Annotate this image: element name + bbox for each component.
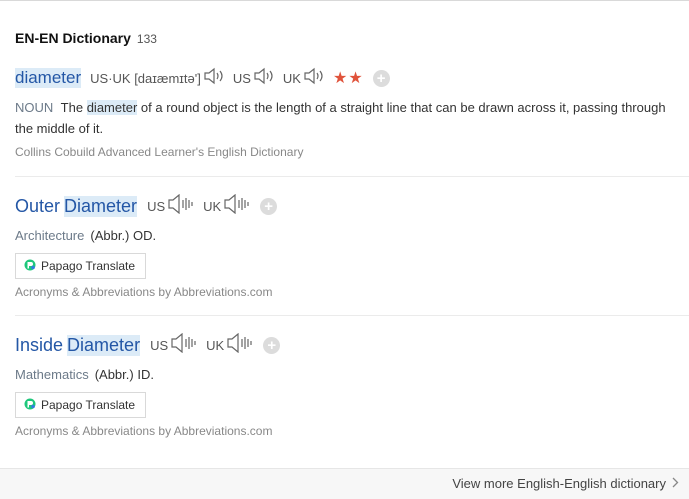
divider xyxy=(15,315,689,316)
speaker-icon[interactable] xyxy=(167,193,195,219)
headword-link[interactable]: diameter xyxy=(15,68,82,88)
speaker-icon[interactable] xyxy=(223,193,251,219)
speaker-icon[interactable] xyxy=(253,67,275,90)
top-border xyxy=(0,0,689,1)
headword-link[interactable]: Inside Diameter xyxy=(15,334,144,356)
papago-icon xyxy=(24,259,36,274)
speaker-icon[interactable] xyxy=(203,67,225,90)
pron-us-label: US xyxy=(150,337,169,353)
definition-text-before: The xyxy=(60,100,84,115)
frequency-stars: ★★ xyxy=(332,70,364,87)
papago-translate-label: Papago Translate xyxy=(41,398,136,412)
meaning-row: Mathematics (Abbr.) ID. xyxy=(15,367,689,382)
add-icon[interactable]: + xyxy=(260,197,278,215)
meaning-text: (Abbr.) ID. xyxy=(94,367,154,382)
category-label: Architecture xyxy=(15,228,85,243)
headword-link[interactable]: Outer Diameter xyxy=(15,195,141,217)
section-header: EN-EN Dictionary 133 xyxy=(15,30,157,46)
definition: NOUN The diameter of a round object is t… xyxy=(15,97,675,139)
divider xyxy=(15,176,689,177)
footer-bar: View more English-English dictionary xyxy=(0,469,689,499)
speaker-icon[interactable] xyxy=(170,332,198,358)
pron-uk-label: UK xyxy=(282,70,301,86)
result-count: 133 xyxy=(136,32,157,46)
meaning-text: (Abbr.) OD. xyxy=(90,228,157,243)
headword-part-2: Diameter xyxy=(67,334,141,356)
pron-us-label: US xyxy=(232,70,251,86)
headword-part-1: Inside xyxy=(15,334,64,355)
pron-uk-label: UK xyxy=(203,198,222,214)
dictionary-entry-diameter: diameter US·UK [daɪæmɪtə'] US UK ★★ + NO… xyxy=(15,66,689,176)
chevron-right-icon xyxy=(672,476,679,491)
add-icon[interactable]: + xyxy=(372,69,390,87)
pronunciation-text: US·UK [daɪæmɪtə'] xyxy=(90,70,201,86)
headword-part-2: Diameter xyxy=(64,195,138,217)
speaker-icon[interactable] xyxy=(226,332,254,358)
part-of-speech: NOUN xyxy=(15,100,54,115)
meaning-row: Architecture (Abbr.) OD. xyxy=(15,228,689,243)
headword-part-1: Outer xyxy=(15,195,61,216)
section-title: EN-EN Dictionary xyxy=(15,30,131,46)
dictionary-entry-inside-diameter: Inside Diameter US UK + Mathematics (Abbr… xyxy=(15,332,689,454)
category-label: Mathematics xyxy=(15,367,89,382)
source-credit: Acronyms & Abbreviations by Abbreviation… xyxy=(15,285,273,299)
papago-translate-button[interactable]: Papago Translate xyxy=(15,253,147,279)
pron-uk-label: UK xyxy=(206,337,225,353)
view-more-link[interactable]: View more English-English dictionary xyxy=(452,476,679,491)
definition-highlight: diameter xyxy=(86,100,138,115)
papago-translate-button[interactable]: Papago Translate xyxy=(15,392,147,418)
papago-icon xyxy=(24,398,36,413)
papago-translate-label: Papago Translate xyxy=(41,259,136,273)
source-credit: Collins Cobuild Advanced Learner's Engli… xyxy=(15,145,304,159)
pron-us-label: US xyxy=(147,198,166,214)
view-more-label: View more English-English dictionary xyxy=(452,476,666,491)
speaker-icon[interactable] xyxy=(303,67,325,90)
source-credit: Acronyms & Abbreviations by Abbreviation… xyxy=(15,424,273,438)
dictionary-entry-outer-diameter: Outer Diameter US UK + Architecture (Abbr… xyxy=(15,193,689,315)
add-icon[interactable]: + xyxy=(263,336,281,354)
